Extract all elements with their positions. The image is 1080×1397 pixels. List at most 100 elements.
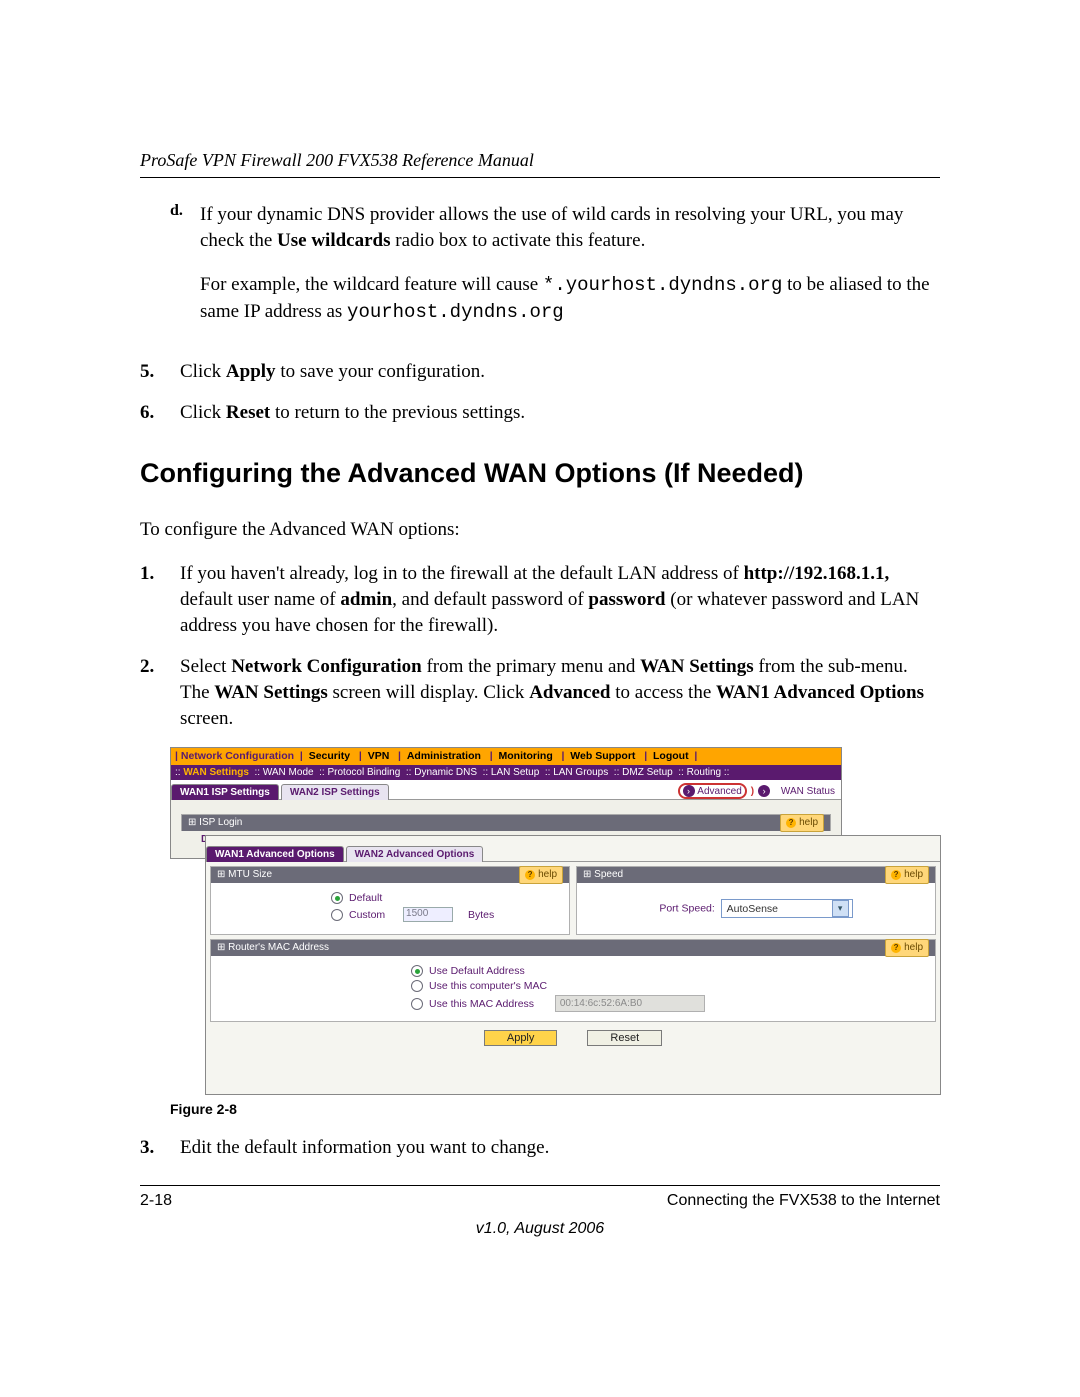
help-link[interactable]: help: [885, 939, 929, 957]
radio-mtu-default[interactable]: [331, 892, 343, 904]
submenu-item[interactable]: LAN Setup: [491, 767, 539, 778]
menu-item[interactable]: Logout: [653, 750, 689, 762]
help-link[interactable]: help: [519, 866, 563, 884]
radio-mac-default[interactable]: [411, 965, 423, 977]
menu-item[interactable]: Security: [309, 750, 350, 762]
sub-menu: :: WAN Settings :: WAN Mode :: Protocol …: [171, 765, 841, 780]
bold: Reset: [226, 402, 270, 423]
bold: http://192.168.1.1,: [744, 563, 890, 584]
submenu-item[interactable]: WAN Settings: [183, 767, 249, 778]
help-link[interactable]: help: [780, 814, 824, 832]
isp-login-section: ISP Login help: [181, 814, 831, 831]
menu-item[interactable]: Monitoring: [499, 750, 553, 762]
tab-wan2-isp[interactable]: WAN2 ISP Settings: [281, 784, 389, 800]
section-heading: Configuring the Advanced WAN Options (If…: [140, 458, 940, 489]
arrow-right-icon: ›: [683, 785, 695, 797]
step-1-body: If you haven't already, log in to the fi…: [180, 561, 940, 638]
step-3-body: Edit the default information you want to…: [180, 1135, 940, 1161]
step-5-num: 5.: [140, 359, 180, 385]
text: to return to the previous settings.: [270, 402, 525, 423]
submenu-item[interactable]: WAN Mode: [263, 767, 314, 778]
mac-address-input[interactable]: 00:14:6c:52:6A:B0: [555, 995, 705, 1012]
bold: WAN Settings: [640, 656, 753, 677]
text: to access the: [610, 682, 716, 703]
header-rule: [140, 177, 940, 178]
bold: Apply: [226, 361, 276, 382]
mtu-input[interactable]: 1500: [403, 907, 453, 922]
mtu-panel: MTU Sizehelp Default Custom 1500 Bytes: [210, 866, 570, 935]
section-title: Router's MAC Address: [217, 940, 329, 956]
radio-mtu-custom[interactable]: [331, 909, 343, 921]
list-letter-d: d.: [170, 202, 200, 345]
step-d-body: If your dynamic DNS provider allows the …: [200, 202, 940, 345]
page-number: 2-18: [140, 1192, 172, 1210]
port-speed-label: Port Speed:: [659, 903, 714, 915]
radio-label: Custom: [349, 909, 385, 921]
bold: admin: [340, 589, 392, 610]
chevron-down-icon: ▾: [832, 900, 849, 917]
step-3-num: 3.: [140, 1135, 180, 1161]
bold: WAN1 Advanced Options: [716, 682, 924, 703]
menu-item[interactable]: Network Configuration: [181, 750, 294, 762]
footer-rule: [140, 1185, 940, 1186]
menu-item[interactable]: Web Support: [570, 750, 635, 762]
running-header: ProSafe VPN Firewall 200 FVX538 Referenc…: [140, 150, 940, 171]
text: Click: [180, 361, 226, 382]
text: For example, the wildcard feature will c…: [200, 274, 543, 295]
radio-label: Use Default Address: [429, 965, 525, 977]
radio-mac-computer[interactable]: [411, 980, 423, 992]
text: radio box to activate this feature.: [391, 230, 646, 251]
arrow-right-icon: ›: [758, 785, 770, 797]
text: to save your configuration.: [276, 361, 485, 382]
menu-item[interactable]: Administration: [407, 750, 481, 762]
submenu-item[interactable]: Protocol Binding: [327, 767, 400, 778]
back-tabs: WAN1 ISP Settings WAN2 ISP Settings › Ad…: [171, 780, 841, 800]
step-6-num: 6.: [140, 400, 180, 426]
submenu-item[interactable]: DMZ Setup: [622, 767, 673, 778]
text: If you haven't already, log in to the fi…: [180, 563, 744, 584]
bold: password: [588, 589, 665, 610]
reset-button[interactable]: Reset: [587, 1030, 662, 1046]
bold: WAN Settings: [214, 682, 327, 703]
tab-wan1-isp[interactable]: WAN1 ISP Settings: [171, 784, 279, 800]
wan-status-link[interactable]: › WAN Status: [758, 785, 835, 797]
tab-wan2-adv[interactable]: WAN2 Advanced Options: [346, 846, 484, 862]
chapter-title: Connecting the FVX538 to the Internet: [667, 1192, 940, 1210]
step-2-num: 2.: [140, 654, 180, 731]
step-1-num: 1.: [140, 561, 180, 638]
text: from the primary menu and: [422, 656, 640, 677]
code: *.yourhost.dyndns.org: [543, 274, 782, 296]
doc-version: v1.0, August 2006: [140, 1220, 940, 1238]
section-title: ISP Login: [188, 815, 242, 831]
help-link[interactable]: help: [885, 866, 929, 884]
submenu-item[interactable]: LAN Groups: [553, 767, 608, 778]
menu-item[interactable]: VPN: [368, 750, 390, 762]
submenu-item[interactable]: Dynamic DNS: [414, 767, 477, 778]
step-2-body: Select Network Configuration from the pr…: [180, 654, 940, 731]
figure-2-8: | Network Configuration | Security | VPN…: [170, 747, 940, 1093]
radio-label: Default: [349, 892, 382, 904]
text: Click: [180, 402, 226, 423]
radio-mac-manual[interactable]: [411, 998, 423, 1010]
text: Select: [180, 656, 231, 677]
unit-label: Bytes: [468, 909, 494, 921]
mac-panel: Router's MAC Address help Use Default Add…: [210, 939, 936, 1022]
primary-menu: | Network Configuration | Security | VPN…: [171, 748, 841, 765]
router-front-window: WAN1 Advanced Options WAN2 Advanced Opti…: [205, 835, 941, 1095]
step-6-body: Click Reset to return to the previous se…: [180, 400, 940, 426]
text: screen.: [180, 708, 233, 729]
section-title: Speed: [583, 867, 623, 883]
code: yourhost.dyndns.org: [347, 301, 564, 323]
apply-button[interactable]: Apply: [484, 1030, 558, 1046]
button-row: Apply Reset: [206, 1022, 940, 1050]
text: , and default password of: [392, 589, 588, 610]
speed-panel: Speed help Port Speed: AutoSense▾: [576, 866, 936, 935]
text: default user name of: [180, 589, 340, 610]
port-speed-select[interactable]: AutoSense▾: [721, 899, 853, 918]
submenu-item[interactable]: Routing: [687, 767, 721, 778]
radio-label: Use this MAC Address: [429, 998, 534, 1010]
radio-label: Use this computer's MAC: [429, 980, 547, 992]
bold: Use wildcards: [277, 230, 390, 251]
advanced-link[interactable]: › Advanced ): [678, 783, 755, 799]
tab-wan1-adv[interactable]: WAN1 Advanced Options: [206, 846, 344, 862]
